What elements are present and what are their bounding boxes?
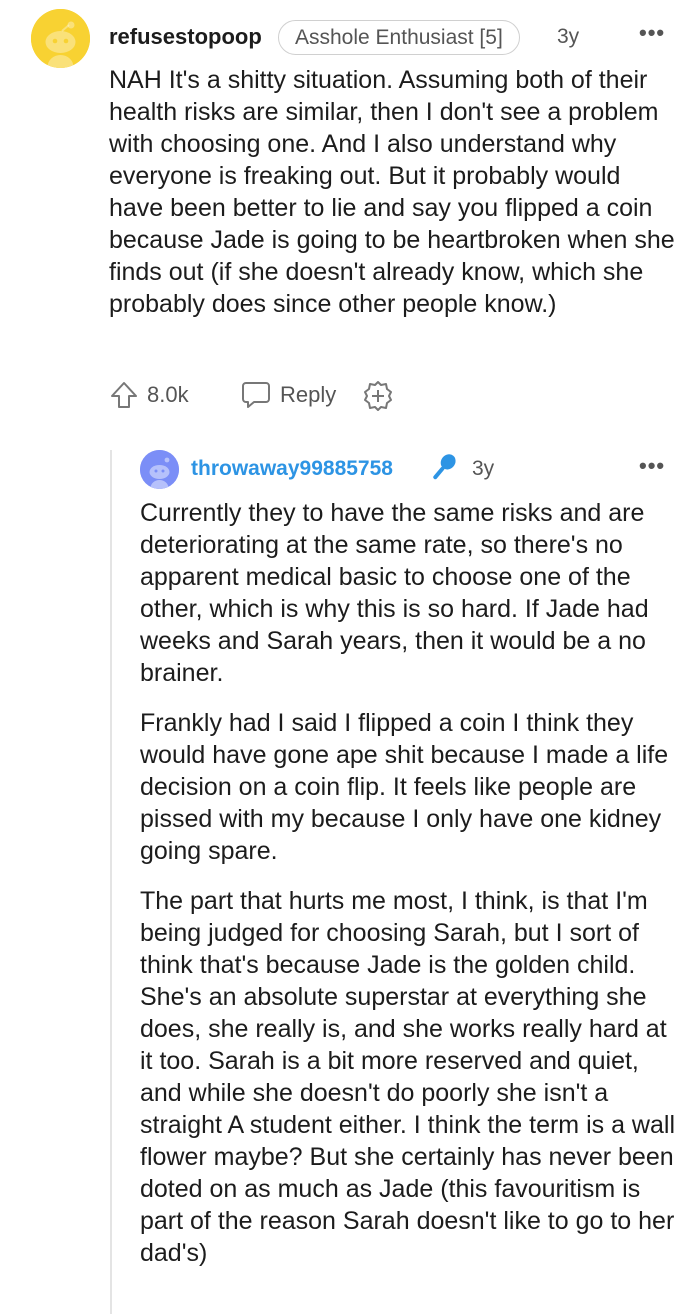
snoo-avatar-icon	[31, 9, 90, 68]
comment-body: NAH It's a shitty situation. Assuming bo…	[109, 66, 675, 318]
speech-bubble-icon	[242, 382, 270, 408]
reply-body: Currently they to have the same risks an…	[140, 497, 680, 1287]
microphone-icon	[433, 454, 456, 480]
username[interactable]: refusestopoop	[109, 24, 262, 50]
comment-age: 3y	[557, 25, 580, 48]
thread-line[interactable]	[110, 450, 112, 1314]
reply-paragraph: Frankly had I said I flipped a coin I th…	[140, 709, 669, 865]
reply-label: Reply	[280, 382, 337, 407]
reply-button[interactable]: Reply	[240, 380, 336, 410]
more-options-icon[interactable]: •••	[639, 20, 665, 46]
award-button[interactable]	[362, 380, 394, 412]
user-flair: Asshole Enthusiast [5]	[278, 20, 520, 55]
reply-age: 3y	[472, 457, 495, 480]
reply-paragraph: Currently they to have the same risks an…	[140, 499, 649, 687]
upvote-button[interactable]: 8.0k	[109, 380, 189, 410]
vote-count: 8.0k	[147, 382, 189, 407]
more-options-icon[interactable]: •••	[639, 453, 665, 479]
upvote-arrow-icon	[111, 382, 137, 408]
reply-username[interactable]: throwaway99885758	[191, 457, 393, 481]
avatar[interactable]	[31, 9, 90, 68]
reply-paragraph: The part that hurts me most, I think, is…	[140, 887, 675, 1267]
reply-avatar[interactable]	[140, 450, 179, 489]
snoo-avatar-icon	[140, 450, 179, 489]
award-plus-icon	[364, 381, 392, 411]
